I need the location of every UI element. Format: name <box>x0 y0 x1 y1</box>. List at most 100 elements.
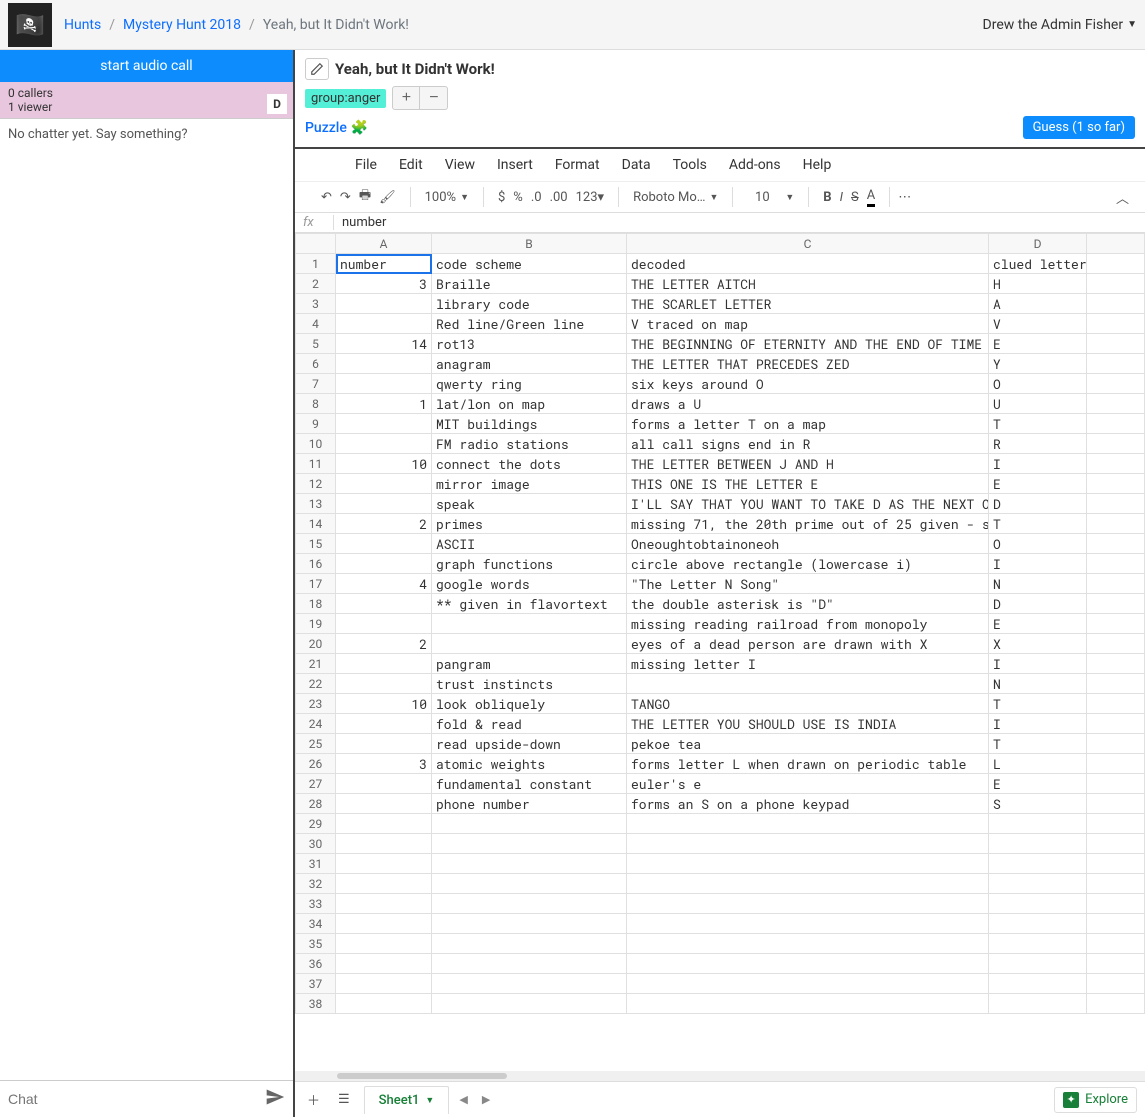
currency-icon[interactable]: $ <box>498 190 505 205</box>
row-header[interactable]: 8 <box>296 394 336 414</box>
cell[interactable] <box>336 934 432 954</box>
send-icon[interactable] <box>265 1087 285 1111</box>
cell[interactable]: eyes of a dead person are drawn with X <box>627 634 989 654</box>
cell[interactable] <box>432 914 627 934</box>
tab-nav-right[interactable]: ▶ <box>482 1093 490 1106</box>
row-header[interactable]: 4 <box>296 314 336 334</box>
cell[interactable] <box>989 814 1087 834</box>
cell[interactable] <box>1087 614 1145 634</box>
cell[interactable]: lat/lon on map <box>432 394 627 414</box>
col-header-A[interactable]: A <box>336 234 432 254</box>
row-header[interactable]: 37 <box>296 974 336 994</box>
cell[interactable]: D <box>989 594 1087 614</box>
cell[interactable]: connect the dots <box>432 454 627 474</box>
menu-add-ons[interactable]: Add-ons <box>729 157 781 173</box>
cell[interactable]: E <box>989 614 1087 634</box>
row-header[interactable]: 15 <box>296 534 336 554</box>
cell[interactable]: "The Letter N Song" <box>627 574 989 594</box>
paint-format-icon[interactable]: 🖌 <box>379 190 396 205</box>
cell[interactable] <box>336 674 432 694</box>
cell[interactable] <box>336 914 432 934</box>
row-header[interactable]: 10 <box>296 434 336 454</box>
cell[interactable] <box>989 894 1087 914</box>
cell[interactable] <box>336 374 432 394</box>
cell[interactable]: FM radio stations <box>432 434 627 454</box>
row-header[interactable]: 12 <box>296 474 336 494</box>
cell[interactable] <box>1087 314 1145 334</box>
zoom-select[interactable]: 100% ▼ <box>419 190 475 205</box>
cell[interactable] <box>336 994 432 1014</box>
cell[interactable] <box>1087 414 1145 434</box>
remove-tag-button[interactable]: − <box>420 86 448 110</box>
cell[interactable] <box>989 874 1087 894</box>
cell[interactable] <box>989 934 1087 954</box>
cell[interactable] <box>1087 954 1145 974</box>
cell[interactable] <box>989 854 1087 874</box>
decrease-decimal-icon[interactable]: .0 <box>531 190 542 205</box>
cell[interactable]: ASCII <box>432 534 627 554</box>
cell[interactable] <box>1087 814 1145 834</box>
cell[interactable]: THE SCARLET LETTER <box>627 294 989 314</box>
cell[interactable] <box>336 814 432 834</box>
cell[interactable] <box>336 854 432 874</box>
cell[interactable] <box>1087 494 1145 514</box>
cell[interactable]: H <box>989 274 1087 294</box>
cell[interactable] <box>989 954 1087 974</box>
italic-icon[interactable]: I <box>840 190 843 205</box>
undo-icon[interactable]: ↶ <box>321 190 332 205</box>
edit-title-button[interactable] <box>305 58 329 80</box>
cell[interactable] <box>336 474 432 494</box>
grid[interactable]: ABCD 1numbercode schemedecodedclued lett… <box>295 233 1145 1071</box>
cell[interactable] <box>627 994 989 1014</box>
cell[interactable] <box>1087 934 1145 954</box>
row-header[interactable]: 14 <box>296 514 336 534</box>
menu-insert[interactable]: Insert <box>497 157 533 173</box>
cell[interactable] <box>432 994 627 1014</box>
cell[interactable]: D <box>989 494 1087 514</box>
cell[interactable]: I <box>989 554 1087 574</box>
cell[interactable]: trust instincts <box>432 674 627 694</box>
cell[interactable]: I <box>989 714 1087 734</box>
menu-tools[interactable]: Tools <box>673 157 707 173</box>
cell[interactable]: E <box>989 774 1087 794</box>
cell[interactable] <box>1087 354 1145 374</box>
cell[interactable]: pekoe tea <box>627 734 989 754</box>
corner-cell[interactable] <box>296 234 336 254</box>
row-header[interactable]: 25 <box>296 734 336 754</box>
cell[interactable] <box>1087 874 1145 894</box>
cell[interactable]: U <box>989 394 1087 414</box>
cell[interactable] <box>336 654 432 674</box>
cell[interactable]: clued letter <box>989 254 1087 274</box>
cell[interactable] <box>1087 294 1145 314</box>
cell[interactable] <box>336 874 432 894</box>
cell[interactable] <box>1087 374 1145 394</box>
cell[interactable]: T <box>989 514 1087 534</box>
cell[interactable] <box>432 954 627 974</box>
cell[interactable] <box>336 714 432 734</box>
cell[interactable] <box>627 674 989 694</box>
percent-icon[interactable]: % <box>513 190 523 205</box>
cell[interactable]: 2 <box>336 514 432 534</box>
add-tag-button[interactable]: + <box>392 86 420 110</box>
tag-group[interactable]: group:anger <box>305 89 386 108</box>
cell[interactable] <box>627 854 989 874</box>
cell[interactable] <box>1087 834 1145 854</box>
cell[interactable] <box>989 994 1087 1014</box>
cell[interactable]: I <box>989 654 1087 674</box>
cell[interactable] <box>1087 774 1145 794</box>
cell[interactable] <box>336 974 432 994</box>
puzzle-link[interactable]: Puzzle 🧩 <box>305 120 368 136</box>
cell[interactable] <box>627 894 989 914</box>
row-header[interactable]: 31 <box>296 854 336 874</box>
explore-button[interactable]: ✦ Explore <box>1054 1087 1137 1113</box>
chat-input[interactable] <box>8 1091 265 1107</box>
row-header[interactable]: 30 <box>296 834 336 854</box>
cell[interactable] <box>336 614 432 634</box>
row-header[interactable]: 24 <box>296 714 336 734</box>
app-logo[interactable]: 🏴‍☠️ <box>8 3 52 47</box>
cell[interactable]: mirror image <box>432 474 627 494</box>
cell[interactable]: L <box>989 754 1087 774</box>
cell[interactable]: all call signs end in R <box>627 434 989 454</box>
cell[interactable] <box>1087 714 1145 734</box>
cell[interactable]: google words <box>432 574 627 594</box>
